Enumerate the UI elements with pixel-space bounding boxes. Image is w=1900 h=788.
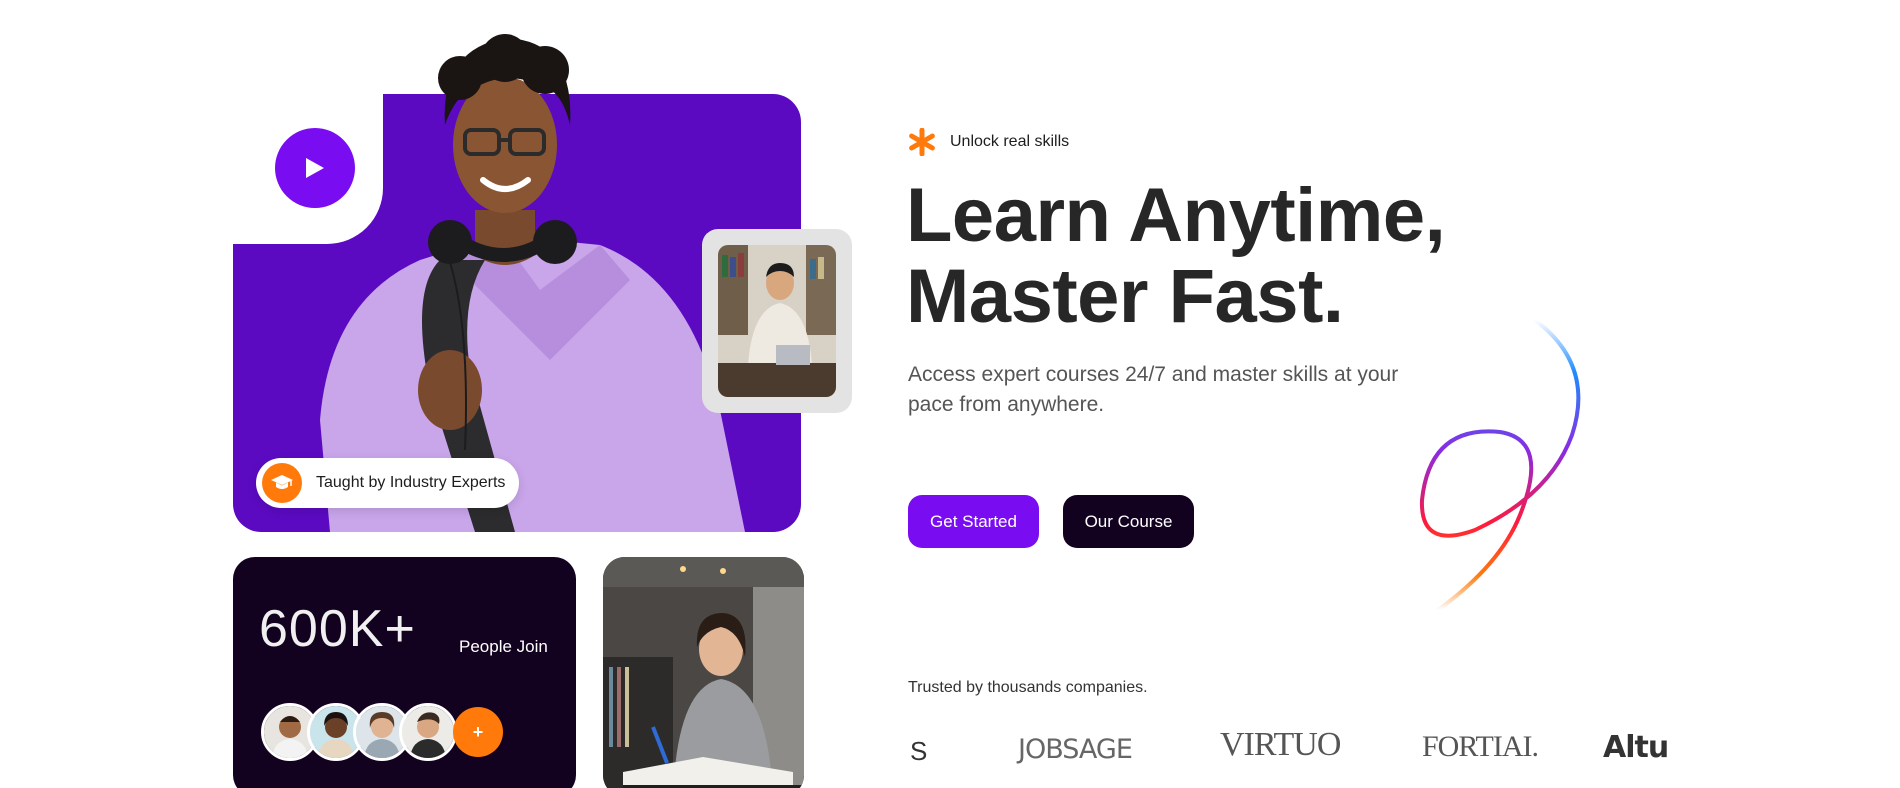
student-image — [320, 34, 745, 532]
avatar — [399, 703, 457, 761]
partner-logo: Altu — [1603, 730, 1669, 765]
experts-badge-label: Taught by Industry Experts — [316, 474, 506, 491]
partner-logo: FORTIAI. — [1422, 730, 1539, 763]
play-icon — [306, 158, 324, 178]
people-count: 600K+ — [259, 600, 416, 658]
play-video-button[interactable] — [275, 128, 355, 208]
studying-student-photo — [603, 557, 804, 788]
more-members-button[interactable]: + — [453, 707, 503, 757]
community-stats-card: 600K+ People Join + — [233, 557, 576, 788]
eyebrow: Unlock real skills — [908, 128, 1069, 156]
our-course-button[interactable]: Our Course — [1063, 495, 1194, 548]
headline-line-2: Master Fast. — [906, 254, 1344, 339]
trusted-label: Trusted by thousands companies. — [908, 679, 1148, 696]
member-avatars: + — [261, 703, 503, 761]
partner-logos: S JOBSAGE VIRTUO FORTIAI. Altu — [908, 722, 1688, 772]
people-join-label: People Join — [459, 637, 548, 656]
decorative-swirl — [1419, 318, 1581, 610]
headline-line-1: Learn Anytime, — [906, 173, 1446, 258]
partner-logo: VIRTUO — [1220, 726, 1341, 763]
instructor-photo — [718, 245, 836, 397]
partner-logo: S — [910, 736, 928, 766]
hero-description: Access expert courses 24/7 and master sk… — [908, 363, 1399, 416]
asterisk-icon — [909, 128, 935, 156]
experts-badge: Taught by Industry Experts — [256, 458, 520, 508]
eyebrow-text: Unlock real skills — [950, 133, 1070, 150]
partner-logo: JOBSAGE — [1018, 734, 1133, 765]
get-started-button[interactable]: Get Started — [908, 495, 1039, 548]
graduation-cap-icon — [262, 463, 302, 503]
play-button-ring — [252, 105, 378, 231]
instructor-thumbnail — [702, 229, 852, 413]
